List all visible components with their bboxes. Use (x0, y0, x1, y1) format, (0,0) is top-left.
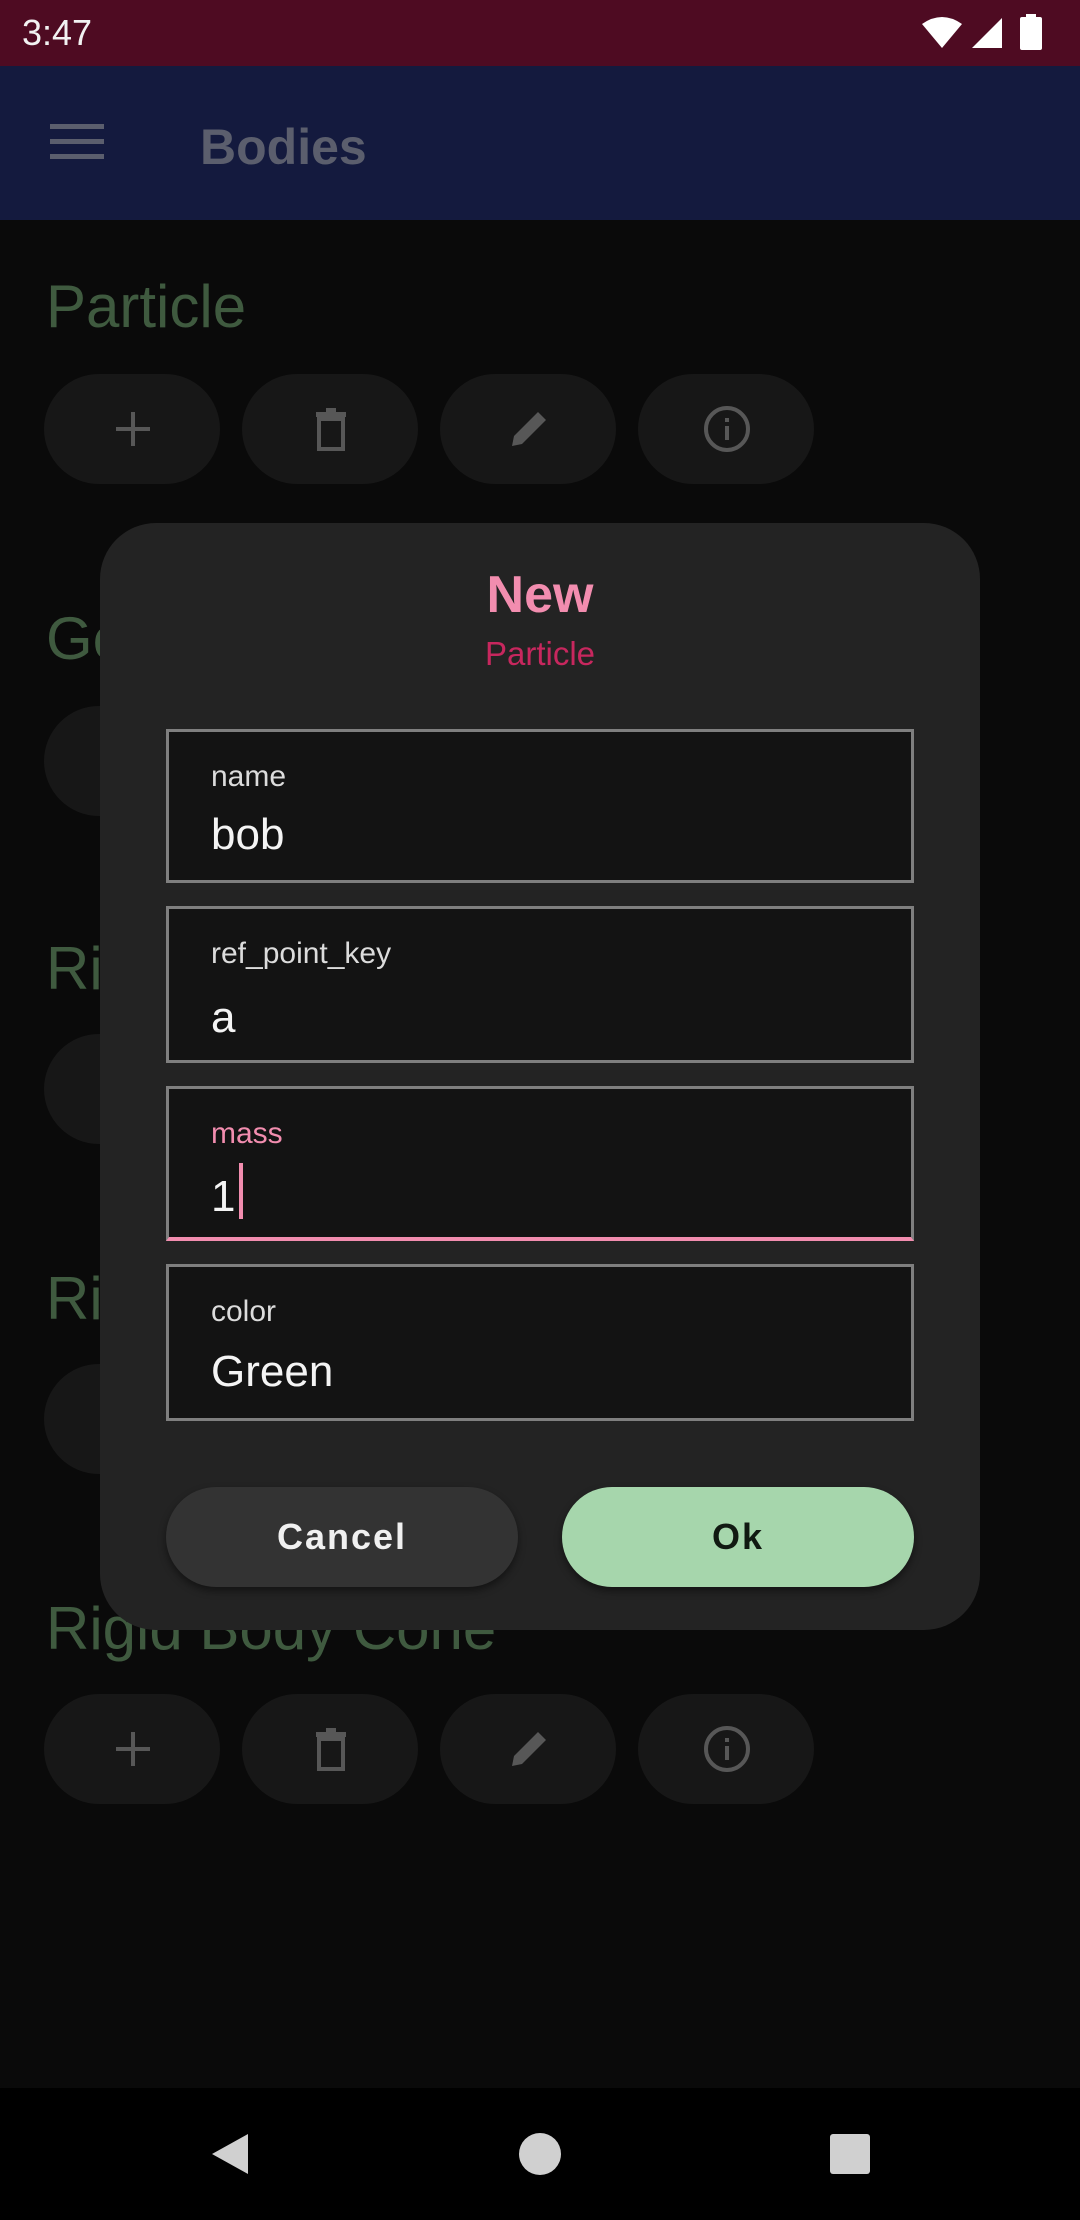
name-label: name (211, 760, 287, 793)
edit-icon (512, 412, 546, 446)
particle-actions (44, 374, 844, 484)
navigation-bar (0, 2088, 1080, 2220)
section-title-3: Ri (46, 935, 103, 1002)
color-field[interactable]: color Green (166, 1264, 914, 1421)
dialog-title: New (486, 566, 594, 624)
delete-icon (316, 1728, 346, 1771)
mass-field[interactable]: mass 1 (166, 1086, 914, 1241)
edit-button[interactable] (440, 1694, 616, 1804)
info-button[interactable] (638, 374, 814, 484)
add-icon (116, 1732, 150, 1766)
add-button[interactable] (44, 374, 220, 484)
delete-button[interactable] (242, 374, 418, 484)
info-icon (704, 406, 750, 452)
edit-icon (512, 1732, 546, 1766)
ok-button[interactable]: Ok (562, 1487, 914, 1587)
cancel-button[interactable]: Cancel (166, 1487, 518, 1587)
recents-icon[interactable] (822, 2126, 878, 2182)
app-title: Bodies (200, 119, 367, 175)
status-icons (920, 14, 1050, 52)
app-bar: Bodies (0, 66, 1080, 220)
signal-icon (972, 18, 1002, 48)
new-particle-dialog: New Particle name bob ref_point_key a ma… (100, 523, 980, 1630)
text-cursor (239, 1163, 244, 1219)
menu-icon[interactable] (50, 122, 104, 162)
home-icon[interactable] (512, 2126, 568, 2182)
delete-icon (316, 408, 346, 451)
mass-input-area: 1 (211, 1163, 244, 1222)
status-bar: 3:47 (0, 0, 1080, 66)
wifi-icon (922, 17, 962, 48)
delete-button[interactable] (242, 1694, 418, 1804)
info-icon (704, 1726, 750, 1772)
name-value: bob (211, 810, 285, 859)
color-value: Green (211, 1347, 334, 1396)
add-button[interactable] (44, 1694, 220, 1804)
info-button[interactable] (638, 1694, 814, 1804)
ref-point-key-value: a (211, 993, 236, 1042)
mass-label: mass (211, 1117, 283, 1150)
edit-button[interactable] (440, 374, 616, 484)
back-icon[interactable] (204, 2126, 260, 2182)
color-label: color (211, 1295, 277, 1328)
ref-point-key-field[interactable]: ref_point_key a (166, 906, 914, 1063)
battery-icon (1020, 14, 1042, 50)
status-time: 3:47 (22, 12, 93, 53)
add-icon (116, 412, 150, 446)
section-title-particle: Particle (46, 273, 247, 340)
screen: 3:47 Bodies Particle Ge Ri Ri Rigid New … (0, 0, 1080, 2220)
rigid-body-cone-actions (44, 1694, 844, 1804)
section-title-4: Ri (46, 1265, 103, 1332)
name-field[interactable]: name bob (166, 729, 914, 883)
mass-value: 1 (211, 1172, 236, 1221)
dialog-subtitle: Particle (484, 635, 596, 672)
ref-point-key-label: ref_point_key (211, 937, 392, 970)
